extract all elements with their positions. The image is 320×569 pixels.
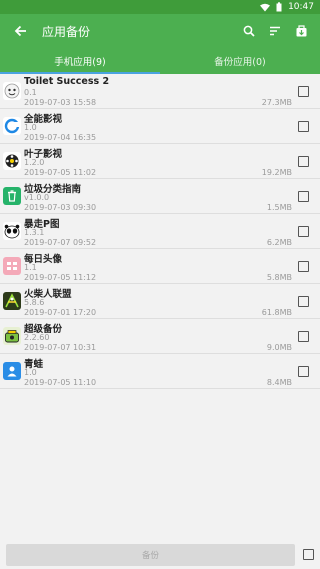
select-checkbox[interactable]: [298, 295, 309, 307]
search-icon: [243, 25, 255, 37]
battery-icon: [276, 2, 282, 12]
select-checkbox[interactable]: [298, 260, 309, 272]
select-checkbox[interactable]: [298, 155, 309, 167]
select-checkbox[interactable]: [298, 85, 309, 97]
app-version: 0.1: [24, 87, 37, 97]
app-bar: 应用备份: [0, 14, 320, 48]
app-date: 2019-07-07 09:52: [24, 237, 97, 247]
quanneng-video-icon: [3, 117, 21, 135]
app-size: 6.2MB: [266, 237, 292, 247]
app-version: 1.1: [24, 262, 37, 272]
app-size: 61.8MB: [261, 307, 292, 317]
tab-bar: 手机应用(9) 备份应用(0): [0, 48, 320, 74]
daily-avatar-icon: [3, 257, 21, 275]
tab-backup-apps[interactable]: 备份应用(0): [160, 48, 320, 74]
app-size: 1.5MB: [266, 202, 292, 212]
app-date: 2019-07-05 11:02: [24, 167, 97, 177]
list-item[interactable]: 垃圾分类指南 v1.0.0 2019-07-03 09:30 1.5MB: [0, 179, 320, 214]
list-item[interactable]: 暴走P图 1.3.1 2019-07-07 09:52 6.2MB: [0, 214, 320, 249]
super-backup-icon: [3, 327, 21, 345]
page-title: 应用备份: [42, 24, 91, 39]
garbage-guide-icon: [3, 187, 21, 205]
app-size: 27.3MB: [261, 97, 292, 107]
app-version: 1.0: [24, 367, 37, 377]
select-checkbox[interactable]: [298, 330, 309, 342]
list-item[interactable]: 叶子影视 1.2.0 2019-07-05 11:02 19.2MB: [0, 144, 320, 179]
list-item[interactable]: 每日头像 1.1 2019-07-05 11:12 5.8MB: [0, 249, 320, 284]
app-date: 2019-07-05 11:12: [24, 272, 97, 282]
list-item[interactable]: 火柴人联盟 5.8.6 2019-07-01 17:20 61.8MB: [0, 284, 320, 319]
frog-icon: [3, 362, 21, 380]
select-checkbox[interactable]: [298, 225, 309, 237]
list-item[interactable]: 青蛙 1.0 2019-07-05 11:10 8.4MB: [0, 354, 320, 389]
app-size: 8.4MB: [266, 377, 292, 387]
select-all-checkbox[interactable]: [303, 549, 314, 560]
bottom-bar: 备份: [0, 544, 320, 569]
app-version: 1.0: [24, 122, 37, 132]
backup-icon: [296, 25, 306, 37]
list-item[interactable]: Toilet Success 2 0.1 2019-07-03 15:58 27…: [0, 74, 320, 109]
app-version: 1.3.1: [24, 227, 45, 237]
search-button[interactable]: [236, 14, 262, 48]
app-date: 2019-07-03 09:30: [24, 202, 97, 212]
backup-folder-button[interactable]: [288, 14, 314, 48]
toilet-success-icon: [3, 82, 21, 100]
sort-icon: [270, 26, 280, 36]
tab-phone-apps[interactable]: 手机应用(9): [0, 48, 160, 74]
sort-button[interactable]: [262, 14, 288, 48]
app-version: v1.0.0: [24, 192, 50, 202]
app-version: 1.2.0: [24, 157, 45, 167]
app-date: 2019-07-04 16:35: [24, 132, 97, 142]
app-size: 5.8MB: [266, 272, 292, 282]
wifi-icon: [260, 3, 271, 12]
status-time: 10:47: [288, 2, 314, 12]
app-list: Toilet Success 2 0.1 2019-07-03 15:58 27…: [0, 74, 320, 389]
baozou-ptu-icon: [3, 222, 21, 240]
app-date: 2019-07-05 11:10: [24, 377, 97, 387]
app-date: 2019-07-01 17:20: [24, 307, 97, 317]
app-date: 2019-07-07 10:31: [24, 342, 97, 352]
select-checkbox[interactable]: [298, 120, 309, 132]
backup-button[interactable]: 备份: [6, 544, 295, 566]
yezi-video-icon: [3, 152, 21, 170]
app-size: 19.2MB: [261, 167, 292, 177]
arrow-back-icon: [14, 25, 26, 37]
stickman-league-icon: [3, 292, 21, 310]
select-checkbox[interactable]: [298, 190, 309, 202]
status-bar: 10:47: [0, 0, 320, 14]
app-name: Toilet Success 2: [24, 75, 110, 87]
app-date: 2019-07-03 15:58: [24, 97, 97, 107]
list-item[interactable]: 超级备份 2.2.60 2019-07-07 10:31 9.0MB: [0, 319, 320, 354]
app-size: 9.0MB: [266, 342, 292, 352]
list-item[interactable]: 全能影视 1.0 2019-07-04 16:35: [0, 109, 320, 144]
app-version: 2.2.60: [24, 332, 50, 342]
back-button[interactable]: [0, 14, 40, 48]
select-checkbox[interactable]: [298, 365, 309, 377]
app-version: 5.8.6: [24, 297, 45, 307]
